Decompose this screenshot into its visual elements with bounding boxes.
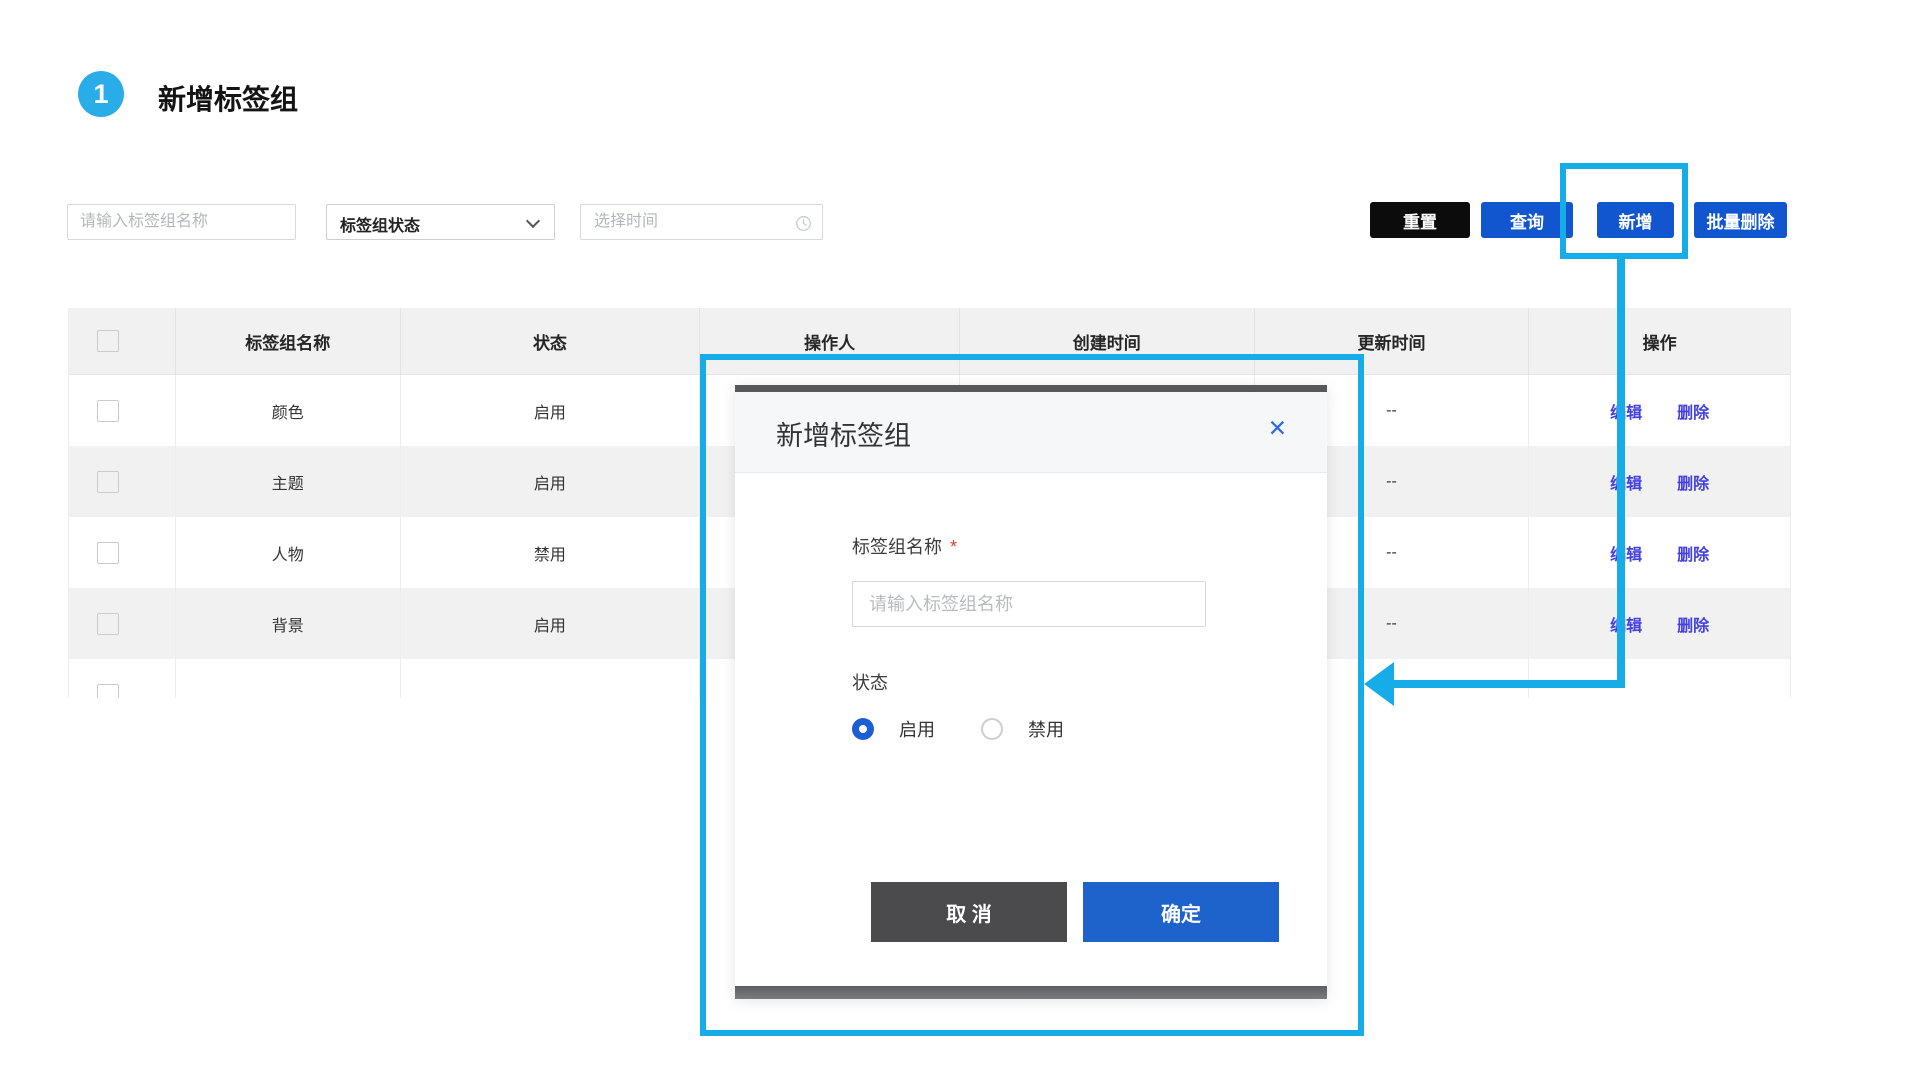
cell-status: 禁用: [401, 517, 701, 588]
table-header-row: 标签组名称 状态 操作人 创建时间 更新时间 操作: [69, 308, 1790, 375]
header-name: 标签组名称: [176, 308, 401, 374]
date-picker[interactable]: [580, 204, 823, 240]
modal-name-input[interactable]: [852, 581, 1206, 627]
cell-name: 主题: [176, 446, 401, 517]
status-select-value: 标签组状态: [340, 212, 420, 236]
page-title: 新增标签组: [158, 78, 298, 118]
date-picker-input[interactable]: [581, 205, 822, 239]
header-operator: 操作人: [700, 308, 960, 374]
page: 1 新增标签组 标签组状态 重置 查询 新增 批量删除 标签组名称 状态 操作人…: [0, 0, 1920, 1080]
close-icon[interactable]: ✕: [1268, 417, 1287, 440]
tag-group-name-input[interactable]: [67, 204, 296, 240]
row-checkbox[interactable]: [97, 400, 119, 422]
header-actions: 操作: [1529, 308, 1790, 374]
radio-disabled-label[interactable]: 禁用: [1028, 716, 1064, 742]
chevron-down-icon: [526, 214, 540, 228]
select-all-checkbox[interactable]: [97, 330, 119, 352]
clock-icon: [795, 215, 812, 232]
modal-bottom-bar: [735, 986, 1327, 999]
modal-header: 新增标签组 ✕: [735, 392, 1327, 473]
cell-status: 启用: [401, 588, 701, 659]
required-asterisk: *: [950, 537, 957, 557]
status-radio-group: 启用 禁用: [852, 713, 1064, 745]
header-created: 创建时间: [960, 308, 1255, 374]
cancel-button[interactable]: 取 消: [871, 882, 1067, 942]
modal-top-bar: [735, 385, 1327, 392]
add-tag-group-modal: 新增标签组 ✕ 标签组名称* 状态 启用 禁用 取 消 确定: [735, 385, 1327, 999]
confirm-button[interactable]: 确定: [1083, 882, 1279, 942]
row-checkbox[interactable]: [97, 684, 119, 699]
row-checkbox[interactable]: [97, 613, 119, 635]
status-field-label: 状态: [852, 669, 888, 695]
row-checkbox[interactable]: [97, 471, 119, 493]
row-checkbox[interactable]: [97, 542, 119, 564]
header-status: 状态: [401, 308, 701, 374]
cell-name: 背景: [176, 588, 401, 659]
radio-enabled[interactable]: [852, 718, 874, 740]
add-button[interactable]: 新增: [1597, 202, 1674, 238]
edit-link[interactable]: 编辑: [1610, 399, 1642, 423]
cell-name: 人物: [176, 517, 401, 588]
radio-disabled[interactable]: [981, 718, 1003, 740]
reset-button[interactable]: 重置: [1370, 202, 1470, 238]
delete-link[interactable]: 删除: [1677, 541, 1709, 565]
edit-link[interactable]: 编辑: [1610, 612, 1642, 636]
edit-link[interactable]: 编辑: [1610, 470, 1642, 494]
search-button[interactable]: 查询: [1481, 202, 1573, 238]
cell-status: 启用: [401, 375, 701, 446]
step-number-badge: 1: [78, 71, 124, 117]
delete-link[interactable]: 删除: [1677, 399, 1709, 423]
batch-delete-button[interactable]: 批量删除: [1694, 202, 1787, 238]
delete-link[interactable]: 删除: [1677, 470, 1709, 494]
header-updated: 更新时间: [1255, 308, 1530, 374]
modal-title: 新增标签组: [776, 414, 911, 453]
radio-enabled-label[interactable]: 启用: [899, 716, 935, 742]
name-field-label: 标签组名称*: [852, 533, 957, 559]
cell-status: 启用: [401, 446, 701, 517]
delete-link[interactable]: 删除: [1677, 612, 1709, 636]
cell-name: 颜色: [176, 375, 401, 446]
status-select[interactable]: 标签组状态: [326, 204, 555, 240]
edit-link[interactable]: 编辑: [1610, 541, 1642, 565]
